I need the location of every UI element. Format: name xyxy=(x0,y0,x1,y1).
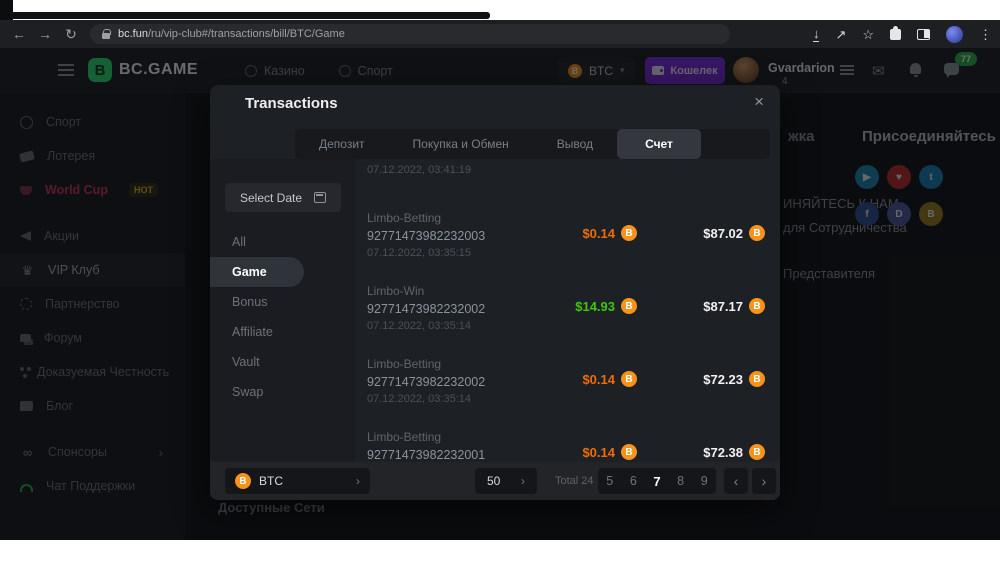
balance-value: $72.23 xyxy=(703,372,743,387)
balance-value: $87.17 xyxy=(703,299,743,314)
previous-page-button[interactable]: ‹ xyxy=(724,468,748,494)
transaction-row: Limbo-Betting92771473982232001$0.14B$72.… xyxy=(367,430,768,462)
btc-coin-icon: B xyxy=(621,371,637,387)
amount-value: $14.93 xyxy=(575,299,615,314)
filter-item-vault[interactable]: Vault xyxy=(210,347,355,377)
transaction-balance: $87.17 B xyxy=(703,298,765,314)
btc-coin-icon: B xyxy=(749,225,765,241)
transaction-type: Limbo-Betting xyxy=(367,357,768,371)
transaction-type: Limbo-Win xyxy=(367,284,768,298)
tab-bill[interactable]: Счет xyxy=(617,129,701,159)
transaction-amount: $0.14 B xyxy=(582,225,637,241)
modal-tabs: ДепозитПокупка и ОбменВыводСчет xyxy=(295,129,770,159)
tab-withdraw[interactable]: Вывод xyxy=(533,129,617,159)
transaction-date: 07.12.2022, 03:35:14 xyxy=(367,320,768,333)
transaction-balance: $87.02 B xyxy=(703,225,765,241)
page-number-7[interactable]: 7 xyxy=(653,474,660,489)
transaction-date: 07.12.2022, 03:35:14 xyxy=(367,393,768,406)
filter-item-swap[interactable]: Swap xyxy=(210,377,355,407)
transaction-amount: $14.93 B xyxy=(575,298,637,314)
transaction-amount: $0.14 B xyxy=(582,371,637,387)
modal-title: Transactions xyxy=(245,95,338,112)
transaction-row: Limbo-Win9277147398223200207.12.2022, 03… xyxy=(367,284,768,344)
btc-coin-icon: B xyxy=(621,298,637,314)
transaction-date: 07.12.2022, 03:35:15 xyxy=(367,247,768,260)
download-icon[interactable]: ↓ xyxy=(813,27,820,42)
transaction-list: 07.12.2022, 03:41:19 Limbo-Betting927714… xyxy=(355,159,780,462)
browser-tab-strip xyxy=(10,12,490,19)
reload-icon[interactable]: ↻ xyxy=(58,26,84,43)
extensions-icon[interactable] xyxy=(890,29,901,40)
page-size-label: 50 xyxy=(487,474,500,488)
back-icon[interactable]: ← xyxy=(6,26,32,42)
btc-coin-icon: B xyxy=(621,225,637,241)
screenshot-root: ← → ↻ bc.fun/ru/vip-club#/transactions/b… xyxy=(0,0,1000,563)
page-number-6[interactable]: 6 xyxy=(630,474,637,488)
transaction-type: Limbo-Betting xyxy=(367,211,768,225)
balance-value: $87.02 xyxy=(703,226,743,241)
footer-currency-select[interactable]: B BTC › xyxy=(225,468,370,494)
modal-footer: B BTC › 50 › Total 24 5 6 7 8 9 ‹ › xyxy=(210,462,780,500)
pagination-pages: 5 6 7 8 9 xyxy=(598,468,716,494)
page-number-8[interactable]: 8 xyxy=(677,474,684,488)
btc-coin-icon: B xyxy=(621,444,637,460)
btc-coin-icon: B xyxy=(235,473,251,489)
transaction-amount: $0.14 B xyxy=(582,444,637,460)
transaction-row: Limbo-Betting9277147398223200207.12.2022… xyxy=(367,357,768,417)
browser-toolbar: ← → ↻ bc.fun/ru/vip-club#/transactions/b… xyxy=(0,20,1000,48)
transactions-modal: Transactions × ДепозитПокупка и ОбменВыв… xyxy=(210,85,780,500)
chevron-right-icon: › xyxy=(356,474,360,488)
url-domain: bc.fun xyxy=(118,28,148,40)
lock-icon xyxy=(102,33,110,39)
select-date-label: Select Date xyxy=(240,191,302,205)
filter-item-bonus[interactable]: Bonus xyxy=(210,287,355,317)
filter-item-game[interactable]: Game xyxy=(210,257,304,287)
btc-coin-icon: B xyxy=(749,371,765,387)
transaction-row: Limbo-Betting9277147398223200307.12.2022… xyxy=(367,211,768,271)
btc-coin-icon: B xyxy=(749,444,765,460)
browser-actions: ↓ ↗ ☆ ⋮ xyxy=(813,20,992,48)
browser-profile-avatar[interactable] xyxy=(946,26,963,43)
chevron-right-icon: › xyxy=(521,474,525,488)
amount-value: $0.14 xyxy=(582,445,615,460)
total-count-label: Total 24 xyxy=(555,462,594,500)
page-size-select[interactable]: 50 › xyxy=(475,468,537,494)
site-page: B BC.GAME КазиноСпорт B BTC ▾ Кошелек Gv… xyxy=(0,48,1000,540)
share-icon[interactable]: ↗ xyxy=(835,28,846,41)
filter-list: AllGameBonusAffiliateVaultSwap xyxy=(210,227,355,407)
footer-currency-label: BTC xyxy=(259,474,283,488)
balance-value: $72.38 xyxy=(703,445,743,460)
pagination-arrows: ‹ › xyxy=(724,468,776,494)
page-number-9[interactable]: 9 xyxy=(701,474,708,488)
page-number-5[interactable]: 5 xyxy=(606,474,613,488)
transaction-date-partial: 07.12.2022, 03:41:19 xyxy=(367,164,471,176)
filter-item-all[interactable]: All xyxy=(210,227,355,257)
select-date-button[interactable]: Select Date xyxy=(225,183,341,212)
amount-value: $0.14 xyxy=(582,226,615,241)
btc-coin-icon: B xyxy=(749,298,765,314)
browser-menu-icon[interactable]: ⋮ xyxy=(979,28,992,41)
tab-buy-swap[interactable]: Покупка и Обмен xyxy=(389,129,533,159)
address-bar[interactable]: bc.fun/ru/vip-club#/transactions/bill/BT… xyxy=(90,24,730,44)
transaction-type: Limbo-Betting xyxy=(367,430,768,444)
calendar-icon xyxy=(314,192,326,203)
transaction-balance: $72.38 B xyxy=(703,444,765,460)
amount-value: $0.14 xyxy=(582,372,615,387)
close-icon[interactable]: × xyxy=(754,92,764,112)
url-path: /ru/vip-club#/transactions/bill/BTC/Game xyxy=(148,28,345,40)
bookmark-star-icon[interactable]: ☆ xyxy=(862,28,874,41)
filter-item-affiliate[interactable]: Affiliate xyxy=(210,317,355,347)
transaction-balance: $72.23 B xyxy=(703,371,765,387)
tab-deposit[interactable]: Депозит xyxy=(295,129,389,159)
next-page-button[interactable]: › xyxy=(752,468,776,494)
filter-column: Select Date AllGameBonusAffiliateVaultSw… xyxy=(210,159,355,462)
forward-icon[interactable]: → xyxy=(32,26,58,42)
side-panel-icon[interactable] xyxy=(917,29,930,40)
